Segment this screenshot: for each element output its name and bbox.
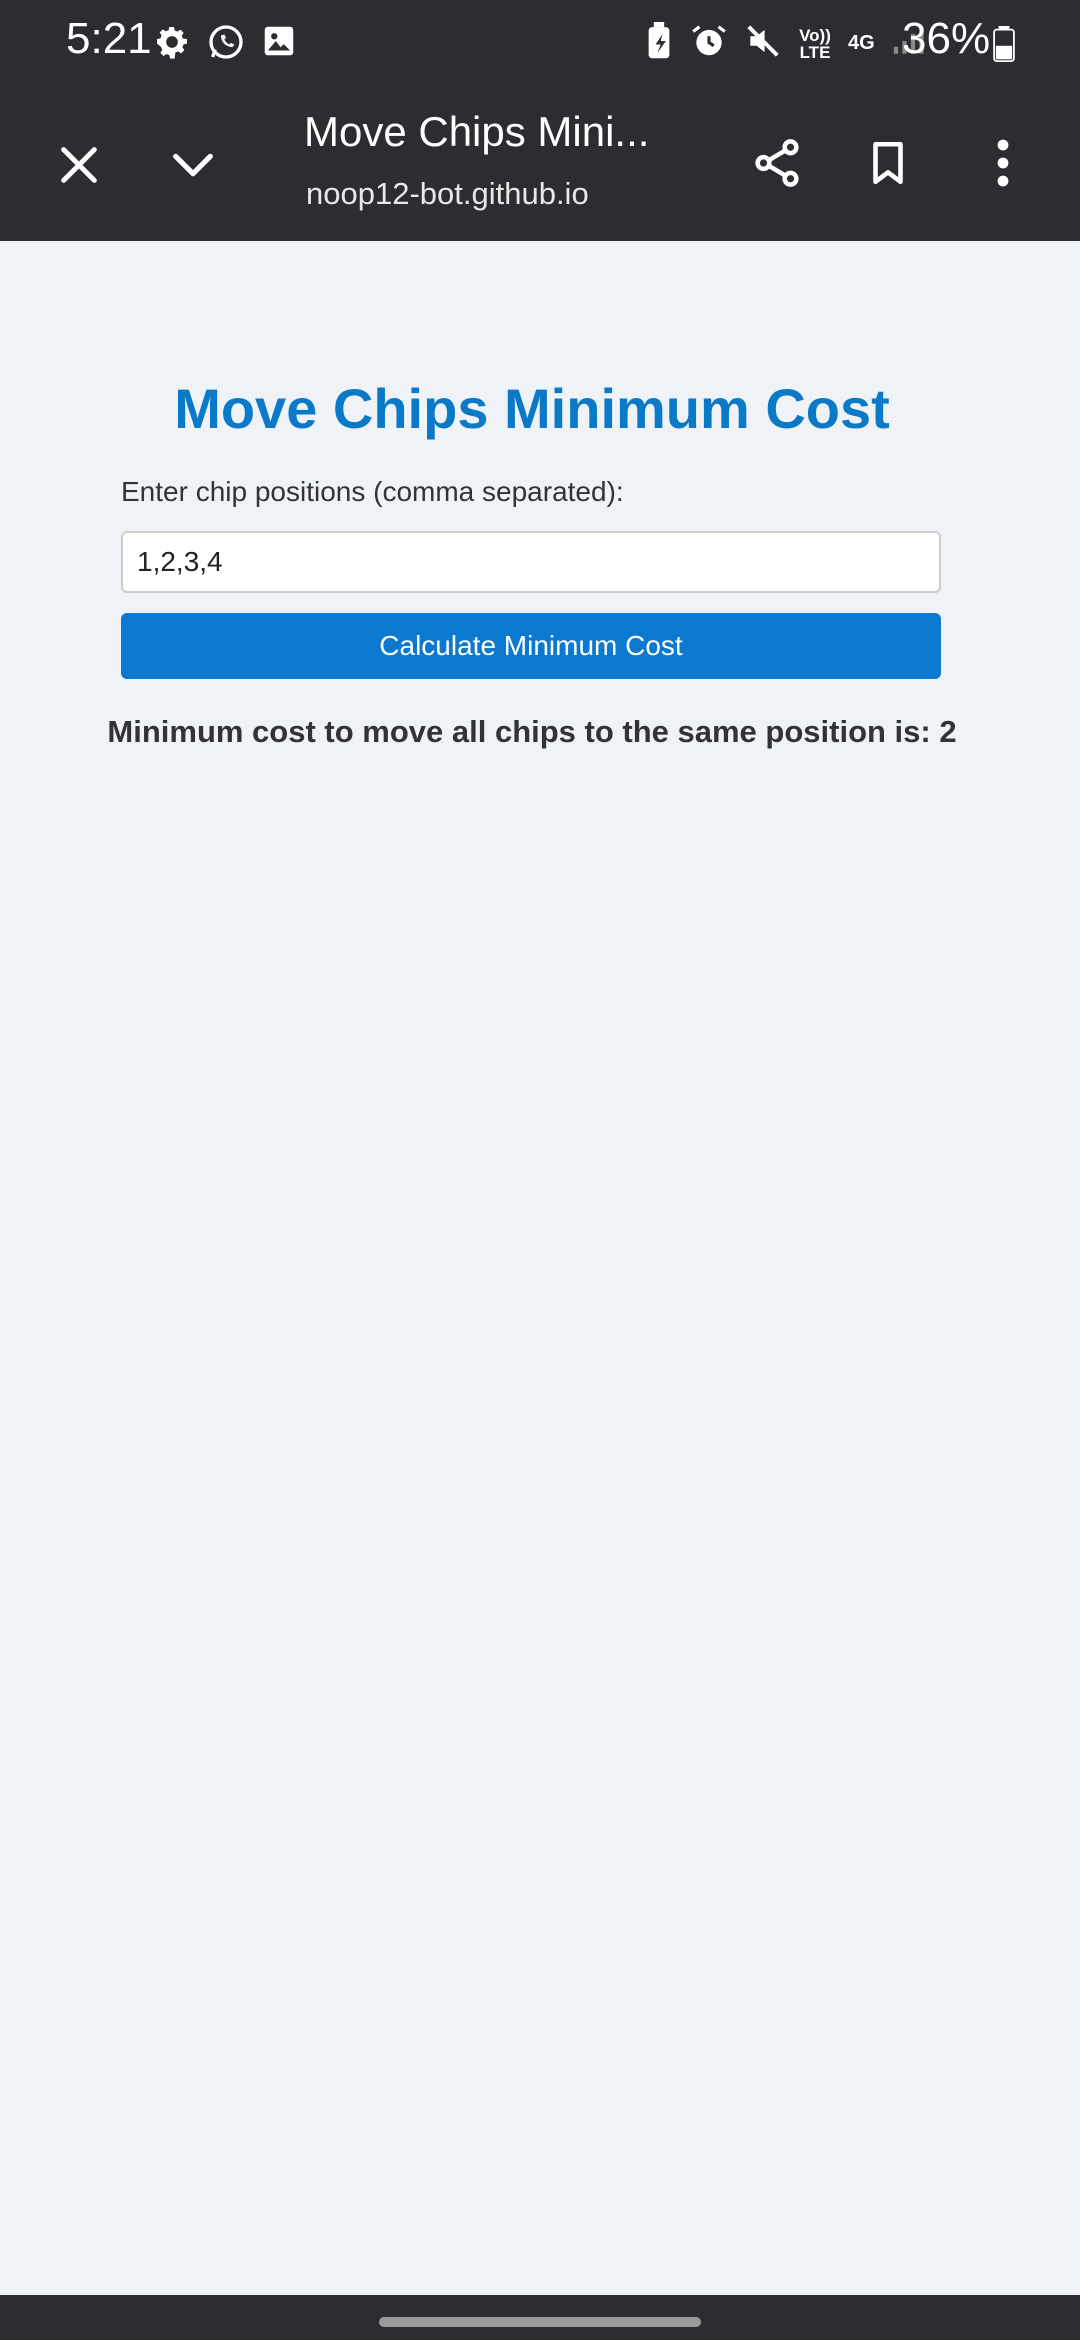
alarm-icon bbox=[690, 22, 728, 65]
close-button[interactable] bbox=[44, 132, 114, 202]
calculate-minimum-cost-button[interactable]: Calculate Minimum Cost bbox=[121, 613, 941, 679]
minimize-button[interactable] bbox=[158, 132, 228, 202]
chip-positions-label: Enter chip positions (comma separated): bbox=[121, 476, 624, 507]
gesture-handle[interactable] bbox=[379, 2317, 701, 2327]
mute-icon bbox=[744, 22, 782, 65]
gear-icon bbox=[152, 22, 192, 67]
page-title[interactable]: Move Chips Mini... bbox=[304, 108, 664, 156]
battery-saver-icon bbox=[644, 22, 674, 65]
browser-toolbar: Move Chips Mini... noop12-bot.github.io bbox=[0, 86, 1080, 241]
battery-icon bbox=[992, 26, 1016, 67]
web-page-content: Move Chips Minimum Cost Enter chip posit… bbox=[0, 241, 1080, 2295]
status-bar: 5:21 Vo)) LTE 4G 36% bbox=[0, 0, 1080, 86]
bookmark-button[interactable] bbox=[853, 130, 923, 200]
chevron-down-icon bbox=[167, 139, 219, 196]
bookmark-icon bbox=[863, 136, 913, 195]
share-button[interactable] bbox=[742, 130, 812, 200]
whatsapp-icon bbox=[206, 22, 246, 67]
status-right-icons: Vo)) LTE 4G bbox=[644, 22, 925, 65]
more-vert-icon bbox=[993, 136, 1013, 195]
more-options-button[interactable] bbox=[968, 130, 1038, 200]
image-icon bbox=[260, 22, 298, 67]
share-icon bbox=[750, 136, 804, 195]
page-url[interactable]: noop12-bot.github.io bbox=[306, 176, 606, 212]
battery-percent: 36% bbox=[902, 14, 991, 63]
result-text: Minimum cost to move all chips to the sa… bbox=[107, 714, 957, 749]
close-icon bbox=[56, 142, 102, 193]
page-heading: Move Chips Minimum Cost bbox=[174, 377, 890, 440]
status-left-icons bbox=[152, 22, 298, 67]
chip-positions-input[interactable] bbox=[121, 531, 941, 593]
volte-icon: Vo)) LTE bbox=[799, 25, 831, 62]
status-time: 5:21 bbox=[66, 14, 152, 63]
4g-icon: 4G bbox=[848, 32, 875, 54]
navigation-bar bbox=[0, 2295, 1080, 2340]
